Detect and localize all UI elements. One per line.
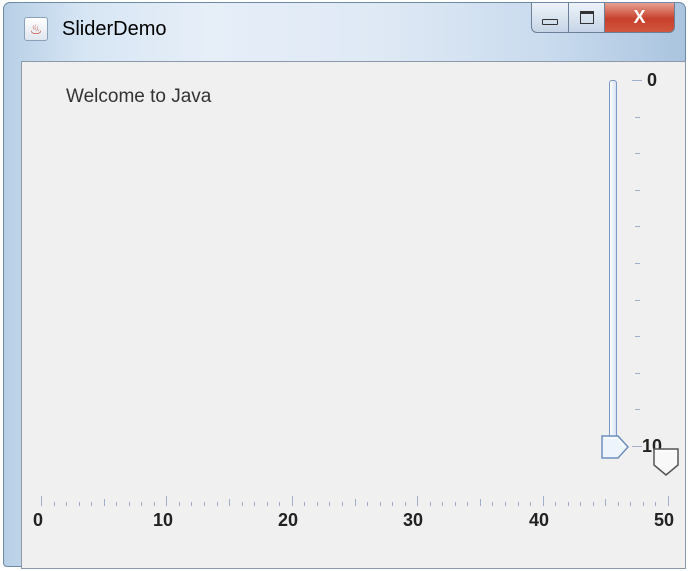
horizontal-slider-tick: [454, 502, 456, 506]
horizontal-slider-tick: [178, 502, 180, 506]
horizontal-slider-tick: [229, 499, 231, 506]
horizontal-slider-label-50: 50: [654, 510, 675, 530]
horizontal-slider-tick: [367, 502, 369, 506]
horizontal-slider-tick: [291, 496, 293, 506]
horizontal-slider-tick: [141, 502, 143, 506]
horizontal-slider-tick: [504, 502, 506, 506]
title-bar[interactable]: ♨ SliderDemo X: [4, 3, 685, 55]
horizontal-slider-tick: [592, 502, 594, 506]
vertical-slider-tick: [635, 263, 640, 264]
vertical-slider-track[interactable]: [609, 80, 617, 442]
horizontal-slider-tick: [128, 502, 130, 506]
horizontal-slider-tick: [442, 502, 444, 506]
vertical-slider-label-min: 0: [647, 70, 658, 90]
horizontal-slider-tick: [542, 496, 544, 506]
vertical-slider-tick: [632, 446, 642, 447]
window-title: SliderDemo: [62, 18, 167, 40]
horizontal-slider-tick: [279, 502, 281, 506]
horizontal-slider-tick: [417, 496, 419, 506]
horizontal-slider-tick: [241, 502, 243, 506]
horizontal-slider-tick: [66, 502, 68, 506]
horizontal-slider-tick: [354, 499, 356, 506]
horizontal-slider-tick: [153, 502, 155, 506]
vertical-slider-tick: [635, 189, 640, 191]
window-controls: X: [531, 3, 675, 33]
minimize-button[interactable]: [531, 3, 569, 33]
horizontal-slider-tick: [392, 502, 394, 506]
horizontal-slider-tick: [379, 502, 381, 506]
horizontal-slider-tick: [630, 502, 632, 506]
maximize-button[interactable]: [569, 3, 605, 33]
java-app-icon[interactable]: ♨: [24, 17, 48, 41]
maximize-icon: [579, 11, 594, 24]
horizontal-slider-tick: [567, 502, 569, 506]
horizontal-slider-tick: [341, 502, 343, 506]
horizontal-slider-tick: [530, 502, 532, 506]
vertical-slider-tick: [635, 372, 640, 374]
horizontal-slider-tick: [304, 502, 306, 506]
vertical-slider-tick: [635, 226, 640, 228]
vertical-slider-tick: [635, 116, 640, 118]
horizontal-slider-tick: [166, 496, 168, 506]
horizontal-slider-tick: [53, 502, 55, 506]
vertical-slider-tick: [635, 299, 640, 301]
horizontal-slider-tick: [517, 502, 519, 506]
content-pane: Welcome to Java 0 10 0 10 20 30 40 50: [21, 61, 686, 569]
horizontal-slider-tick: [479, 499, 481, 506]
horizontal-slider-tick: [617, 502, 619, 506]
horizontal-slider-tick: [467, 502, 469, 506]
horizontal-slider-tick: [429, 502, 431, 506]
horizontal-slider-tick: [266, 502, 268, 506]
horizontal-slider-label-40: 40: [529, 510, 550, 530]
vertical-slider-tick: [632, 80, 642, 81]
minimize-icon: [542, 18, 558, 25]
horizontal-slider-thumb[interactable]: [652, 447, 680, 477]
horizontal-slider-tick: [404, 502, 406, 506]
horizontal-slider-tick: [216, 502, 218, 506]
vertical-slider-tick: [635, 409, 640, 411]
horizontal-slider-tick: [316, 502, 318, 506]
horizontal-slider-tick: [642, 502, 644, 506]
horizontal-slider-tick: [580, 502, 582, 506]
horizontal-slider-tick: [254, 502, 256, 506]
horizontal-slider-tick: [103, 499, 105, 506]
horizontal-slider-tick: [116, 502, 118, 506]
horizontal-slider-label-20: 20: [278, 510, 299, 530]
horizontal-slider-tick: [204, 502, 206, 506]
horizontal-slider-tick: [41, 496, 42, 506]
horizontal-slider-label-30: 30: [403, 510, 424, 530]
horizontal-slider-tick: [329, 502, 331, 506]
horizontal-slider-tick: [91, 502, 93, 506]
horizontal-slider-tick: [655, 502, 657, 506]
horizontal-slider-tick: [555, 502, 557, 506]
horizontal-slider-label-0: 0: [33, 510, 44, 530]
close-button[interactable]: X: [605, 3, 675, 33]
vertical-slider-thumb[interactable]: [600, 434, 630, 460]
horizontal-slider-tick: [492, 502, 494, 506]
horizontal-slider-tick: [78, 502, 80, 506]
horizontal-slider-tick: [605, 499, 607, 506]
vertical-slider-tick: [635, 336, 640, 338]
horizontal-slider-tick: [668, 496, 669, 506]
welcome-label: Welcome to Java: [66, 86, 212, 107]
horizontal-slider-label-10: 10: [153, 510, 174, 530]
close-icon: X: [633, 7, 646, 27]
app-window: ♨ SliderDemo X Welcome to Java 0 10 0 10…: [3, 2, 686, 569]
horizontal-slider-tick: [191, 502, 193, 506]
vertical-slider-tick: [635, 153, 640, 155]
